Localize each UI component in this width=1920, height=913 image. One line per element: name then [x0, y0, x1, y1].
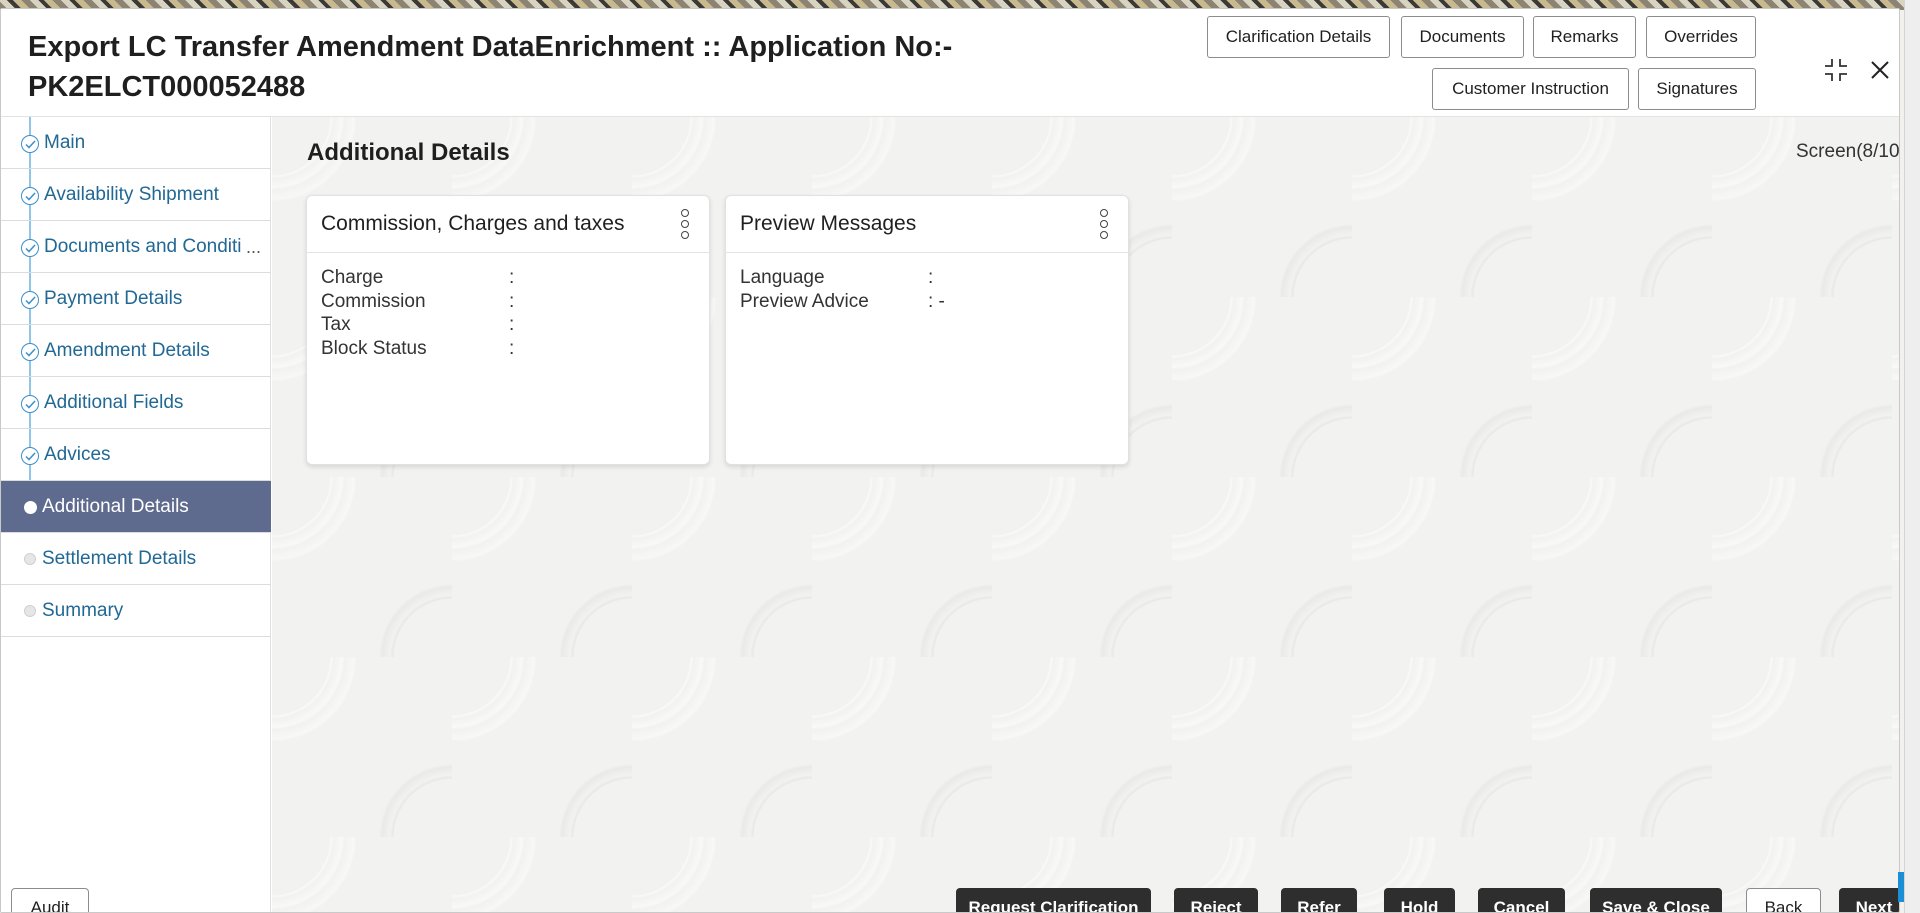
more-options-icon[interactable] — [675, 207, 695, 241]
detail-value: : — [928, 267, 934, 288]
save-close-button[interactable]: Save & Close — [1590, 888, 1722, 912]
pending-step-icon — [24, 553, 36, 565]
detail-label: Charge — [321, 267, 384, 288]
card-title: Commission, Charges and taxes — [321, 212, 625, 235]
audit-button[interactable]: Audit — [11, 888, 89, 912]
detail-value: : — [509, 338, 515, 359]
sidebar-item-label: Settlement Details — [42, 547, 197, 569]
detail-row-language: Language : — [740, 267, 933, 289]
overrides-button[interactable]: Overrides — [1646, 16, 1756, 58]
preview-messages-card: Preview Messages Language : Preview Advi… — [725, 195, 1129, 465]
sidebar-item-advices[interactable]: Advices — [1, 429, 271, 481]
sidebar-item-summary[interactable]: Summary — [1, 585, 271, 637]
check-circle-icon — [21, 447, 39, 465]
card-header: Preview Messages — [726, 196, 1128, 253]
cancel-button[interactable]: Cancel — [1478, 888, 1565, 912]
more-options-icon[interactable] — [1094, 207, 1114, 241]
current-step-icon — [24, 501, 37, 514]
detail-label: Commission — [321, 291, 426, 312]
screen-count: Screen(8/10) — [1796, 141, 1900, 162]
next-button[interactable]: Next — [1839, 888, 1899, 912]
check-circle-icon — [21, 135, 39, 153]
hold-button[interactable]: Hold — [1384, 888, 1455, 912]
detail-label: Tax — [321, 314, 351, 335]
application-window: Export LC Transfer Amendment DataEnrichm… — [0, 8, 1900, 913]
window-edge-scrollbar[interactable] — [1904, 0, 1920, 913]
detail-row-preview-advice[interactable]: Preview Advice : - — [740, 291, 945, 313]
sidebar-item-label: Amendment Details — [44, 339, 210, 361]
sidebar-item-main[interactable]: Main — [1, 117, 271, 169]
detail-row-block-status: Block Status : — [321, 338, 514, 360]
sidebar-item-label: Advices — [44, 443, 111, 465]
request-clarification-button[interactable]: Request Clarification — [956, 888, 1151, 912]
close-icon[interactable] — [1863, 53, 1897, 87]
back-button[interactable]: Back — [1746, 888, 1821, 912]
reject-button[interactable]: Reject — [1174, 888, 1258, 912]
card-header: Commission, Charges and taxes — [307, 196, 709, 253]
page-title: Export LC Transfer Amendment DataEnrichm… — [28, 31, 953, 103]
signatures-button[interactable]: Signatures — [1638, 68, 1756, 110]
truncation-ellipsis: ... — [246, 237, 262, 257]
header: Export LC Transfer Amendment DataEnrichm… — [1, 9, 1899, 117]
clarification-details-button[interactable]: Clarification Details — [1207, 16, 1390, 58]
commission-charges-card: Commission, Charges and taxes Charge : C… — [306, 195, 710, 465]
sidebar-item-settlement-details[interactable]: Settlement Details — [1, 533, 271, 585]
detail-value: : — [509, 267, 515, 288]
sidebar-item-label: Additional Fields — [44, 391, 184, 413]
sidebar-item-documents-and-conditions[interactable]: Documents and Conditi ... — [1, 221, 271, 273]
remarks-button[interactable]: Remarks — [1533, 16, 1636, 58]
detail-value: : — [509, 291, 515, 312]
detail-row-commission: Commission : — [321, 291, 514, 313]
step-sidebar: Main Availability Shipment Documents and… — [1, 117, 271, 912]
sidebar-item-label: Main — [44, 131, 86, 153]
detail-value: : — [509, 314, 515, 335]
check-circle-icon — [21, 395, 39, 413]
detail-value: : - — [928, 291, 945, 312]
detail-label: Block Status — [321, 338, 427, 359]
detail-label: Language — [740, 267, 825, 288]
minimize-icon[interactable] — [1819, 53, 1853, 87]
detail-row-charge: Charge : — [321, 267, 514, 289]
refer-button[interactable]: Refer — [1281, 888, 1357, 912]
sidebar-item-label: Availability Shipment — [44, 183, 219, 205]
sidebar-item-label: Summary — [42, 599, 124, 621]
sidebar-item-payment-details[interactable]: Payment Details — [1, 273, 271, 325]
sidebar-item-label: Documents and Conditi — [44, 235, 242, 257]
detail-row-tax: Tax : — [321, 314, 514, 336]
sidebar-item-additional-fields[interactable]: Additional Fields — [1, 377, 271, 429]
card-title: Preview Messages — [740, 212, 917, 235]
check-circle-icon — [21, 343, 39, 361]
sidebar-item-amendment-details[interactable]: Amendment Details — [1, 325, 271, 377]
sidebar-item-availability-shipment[interactable]: Availability Shipment — [1, 169, 271, 221]
check-circle-icon — [21, 291, 39, 309]
sidebar-item-label: Payment Details — [44, 287, 183, 309]
focus-accent — [1898, 872, 1904, 902]
detail-label: Preview Advice — [740, 291, 869, 312]
check-circle-icon — [21, 239, 39, 257]
main-content: Additional Details Screen(8/10) Commissi… — [272, 117, 1900, 912]
pending-step-icon — [24, 605, 36, 617]
sidebar-item-additional-details[interactable]: Additional Details — [1, 481, 271, 533]
sidebar-item-label: Additional Details — [42, 495, 189, 517]
section-title: Additional Details — [307, 139, 510, 166]
documents-button[interactable]: Documents — [1401, 16, 1524, 58]
check-circle-icon — [21, 187, 39, 205]
customer-instruction-button[interactable]: Customer Instruction — [1432, 68, 1629, 110]
